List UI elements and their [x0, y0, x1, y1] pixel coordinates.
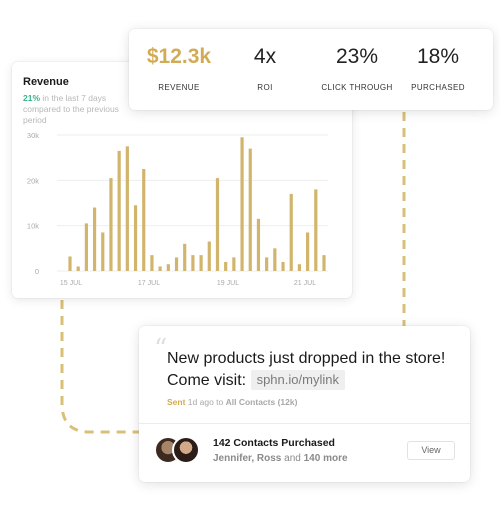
bar: [92, 207, 97, 271]
sent-time: 1d ago to: [187, 397, 224, 407]
x-tick-label: 19 JUL: [217, 280, 239, 287]
bar: [224, 261, 228, 271]
and-text: and: [284, 453, 301, 464]
stat-value: $12.3k: [146, 45, 212, 68]
bar: [158, 266, 162, 271]
stat-value: 18%: [416, 45, 460, 68]
bar: [256, 218, 261, 271]
bar: [240, 137, 244, 271]
audience-label: All Contacts (12k): [225, 397, 298, 407]
bar: [297, 264, 302, 271]
view-button[interactable]: View: [407, 441, 455, 460]
y-tick-label: 10k: [27, 222, 39, 231]
purchased-title: 142 Contacts Purchased: [213, 437, 335, 449]
stat-value: 23%: [335, 45, 379, 68]
bar: [142, 169, 146, 271]
bar: [322, 255, 326, 271]
more-count: 140 more: [303, 453, 348, 464]
bar: [199, 255, 203, 271]
bar: [174, 257, 179, 271]
y-tick-label: 0: [35, 267, 39, 276]
purchased-names: Jennifer, Ross and 140 more: [213, 453, 348, 464]
message-card: “ New products just dropped in the store…: [139, 326, 470, 482]
bar: [306, 232, 310, 271]
bar: [101, 232, 105, 271]
bar: [109, 178, 113, 271]
chart-title: Revenue: [23, 76, 69, 88]
bar: [273, 248, 277, 271]
x-tick-label: 17 JUL: [138, 280, 160, 287]
bar: [125, 146, 129, 271]
bar: [232, 257, 236, 271]
message-meta: Sent 1d ago to All Contacts (12k): [167, 397, 297, 407]
message-link[interactable]: sphn.io/mylink: [250, 370, 345, 390]
bar: [76, 266, 80, 271]
sent-label: Sent: [167, 397, 186, 407]
stat-value: 4x: [253, 45, 277, 68]
y-tick-label: 30k: [27, 131, 39, 140]
purchaser-names: Jennifer, Ross: [213, 453, 282, 464]
chart-subtitle: 21% in the last 7 days compared to the p…: [23, 93, 141, 126]
bar: [207, 241, 211, 271]
bar: [314, 189, 318, 271]
bar: [215, 178, 220, 271]
bar: [133, 205, 138, 271]
stat-label: ROI: [257, 83, 273, 92]
avatar: [172, 436, 200, 464]
quote-icon: “: [154, 334, 168, 364]
bar: [281, 261, 285, 271]
stat-label: PURCHASED: [411, 83, 465, 92]
stat-label: REVENUE: [158, 83, 200, 92]
x-tick-label: 15 JUL: [60, 280, 82, 287]
divider: [139, 423, 470, 424]
bar: [248, 148, 252, 271]
bar: [84, 223, 88, 271]
bar: [166, 264, 170, 271]
message-text: New products just dropped in the store! …: [167, 348, 457, 392]
bar: [289, 193, 293, 271]
stats-card: $12.3k REVENUE 4x ROI 23% CLICK THROUGH …: [129, 29, 493, 110]
stat-label: CLICK THROUGH: [321, 83, 393, 92]
bar: [150, 255, 154, 271]
change-percent: 21%: [23, 93, 41, 103]
bar: [183, 243, 187, 271]
x-tick-label: 21 JUL: [294, 280, 316, 287]
bar: [265, 257, 269, 271]
bar: [68, 256, 72, 271]
bar: [117, 150, 121, 271]
y-tick-label: 20k: [27, 176, 39, 185]
bar: [191, 255, 195, 271]
